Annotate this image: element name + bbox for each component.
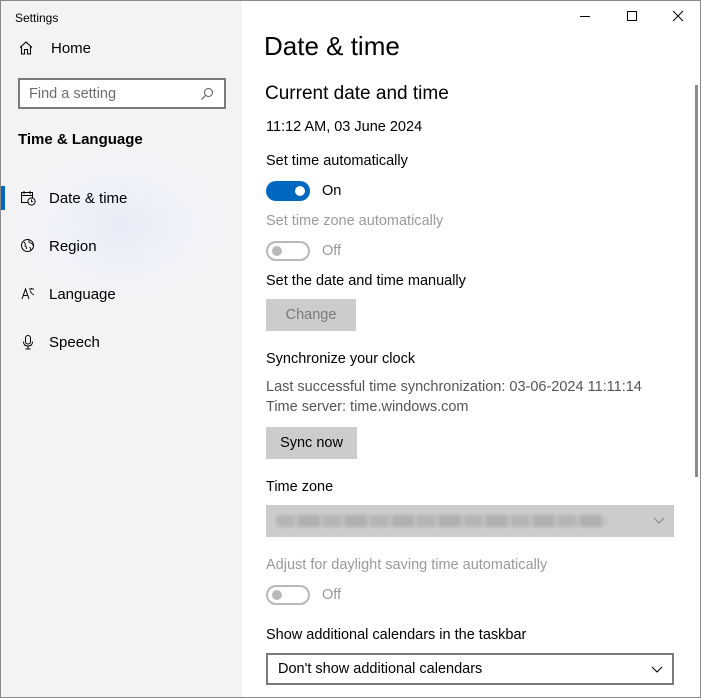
app-title: Settings xyxy=(15,11,59,25)
calendars-select-value: Don't show additional calendars xyxy=(278,661,483,677)
chevron-down-icon xyxy=(652,513,666,532)
sidebar-item-region[interactable]: Region xyxy=(1,226,242,266)
sidebar-item-speech[interactable]: Speech xyxy=(1,322,242,362)
current-date-heading: Current date and time xyxy=(265,83,449,104)
timezone-select xyxy=(266,505,674,537)
timezone-value-redacted xyxy=(276,515,606,527)
change-button: Change xyxy=(266,299,356,331)
sidebar: Settings Home Time & Language Date & tim… xyxy=(1,1,242,697)
globe-icon xyxy=(17,235,39,257)
sync-now-button[interactable]: Sync now xyxy=(266,427,357,459)
toggle-knob xyxy=(272,246,282,256)
sidebar-item-language[interactable]: Language xyxy=(1,274,242,314)
sidebar-item-label: Date & time xyxy=(49,189,128,207)
set-zone-auto-toggle xyxy=(266,241,310,261)
timezone-label: Time zone xyxy=(266,479,334,495)
sidebar-item-label: Region xyxy=(49,237,97,255)
dst-state: Off xyxy=(322,587,342,603)
set-time-auto-state: On xyxy=(322,183,342,199)
time-server-text: Time server: time.windows.com xyxy=(266,399,469,415)
page-title: Date & time xyxy=(264,31,400,61)
home-nav-item[interactable]: Home xyxy=(15,35,225,61)
sidebar-item-label: Speech xyxy=(49,333,100,351)
manual-label: Set the date and time manually xyxy=(266,273,466,289)
language-icon xyxy=(17,283,39,305)
search-input[interactable] xyxy=(20,85,196,102)
dst-toggle xyxy=(266,585,310,605)
date-time-icon xyxy=(17,187,39,209)
set-time-auto-toggle[interactable] xyxy=(266,181,310,201)
home-label: Home xyxy=(51,39,92,57)
settings-window: Settings Home Time & Language Date & tim… xyxy=(0,0,701,698)
set-zone-auto-label: Set time zone automatically xyxy=(266,213,444,229)
last-sync-text: Last successful time synchronization: 03… xyxy=(266,379,642,395)
calendars-label: Show additional calendars in the taskbar xyxy=(266,627,527,643)
sidebar-item-date-time[interactable]: Date & time xyxy=(1,178,242,218)
toggle-knob xyxy=(272,590,282,600)
search-icon[interactable] xyxy=(196,87,218,101)
home-icon xyxy=(15,37,37,59)
chevron-down-icon xyxy=(650,662,664,681)
sidebar-item-label: Language xyxy=(49,285,116,303)
section-title: Time & Language xyxy=(18,131,143,148)
selection-indicator xyxy=(1,186,5,210)
search-box[interactable] xyxy=(18,78,226,109)
calendars-select[interactable]: Don't show additional calendars xyxy=(266,653,674,685)
microphone-icon xyxy=(17,331,39,353)
scrollbar[interactable] xyxy=(695,85,698,477)
sync-heading: Synchronize your clock xyxy=(266,351,416,367)
main-content: Date & time Current date and time 11:12 … xyxy=(242,1,700,697)
dst-label: Adjust for daylight saving time automati… xyxy=(266,557,548,573)
set-zone-auto-state: Off xyxy=(322,243,342,259)
current-date-value: 11:12 AM, 03 June 2024 xyxy=(266,119,423,135)
toggle-knob xyxy=(295,186,305,196)
set-time-auto-label: Set time automatically xyxy=(266,153,408,169)
